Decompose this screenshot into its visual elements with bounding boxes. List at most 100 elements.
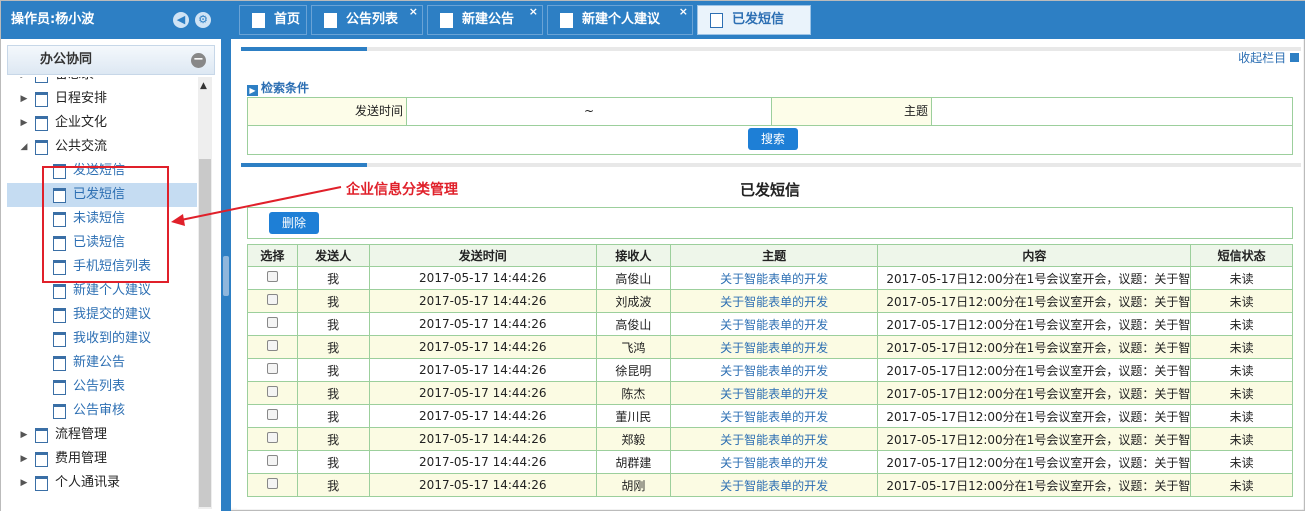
collapse-panel-link[interactable]: 收起栏目	[1238, 49, 1299, 66]
gear-icon[interactable]: ⚙	[195, 12, 211, 28]
column-header[interactable]: 发送人	[296, 244, 370, 267]
column-header[interactable]: 短信状态	[1190, 244, 1293, 267]
sidebar-scrollbar[interactable]: ▲	[198, 77, 212, 509]
table-row[interactable]: 我 2017-05-17 14:44:26 董川民 关于智能表单的开发 2017-05-…	[247, 404, 1293, 428]
sidebar-item[interactable]: 新建公告	[7, 351, 197, 375]
row-checkbox[interactable]	[266, 455, 278, 466]
column-header[interactable]: 主题	[669, 244, 879, 267]
tree-expand-icon[interactable]: ▶	[19, 447, 29, 471]
table-row[interactable]: 我 2017-05-17 14:44:26 郑毅 关于智能表单的开发 2017-05-1…	[247, 427, 1293, 451]
row-checkbox[interactable]	[266, 294, 278, 305]
tab-0[interactable]: 首页	[239, 5, 307, 35]
tree-expanded-icon[interactable]: ◢	[19, 135, 29, 159]
delete-button[interactable]: 删除	[269, 212, 319, 234]
sender-cell: 我	[296, 312, 370, 336]
sidebar-item[interactable]: ◢ 公共交流	[7, 135, 197, 159]
table-row[interactable]: 我 2017-05-17 14:44:26 徐昆明 关于智能表单的开发 2017-05-…	[247, 358, 1293, 382]
subject-link[interactable]: 关于智能表单的开发	[669, 427, 879, 451]
subject-link[interactable]: 关于智能表单的开发	[669, 289, 879, 313]
tab-4[interactable]: 已发短信	[697, 5, 811, 35]
select-cell[interactable]	[247, 427, 298, 451]
tree-expand-icon[interactable]: ▶	[19, 423, 29, 447]
table-row[interactable]: 我 2017-05-17 14:44:26 陈杰 关于智能表单的开发 2017-05-1…	[247, 381, 1293, 405]
close-icon[interactable]: ×	[529, 0, 538, 26]
sidebar-item[interactable]: 公告列表	[7, 375, 197, 399]
tree-expand-icon[interactable]: ▶	[19, 87, 29, 111]
tree-expand-icon[interactable]: ▶	[19, 471, 29, 495]
sidebar-item[interactable]: ▶ 备忘录	[7, 77, 197, 87]
subject-input[interactable]	[932, 98, 1292, 126]
select-cell[interactable]	[247, 381, 298, 405]
sidebar-item[interactable]: ▶ 企业文化	[7, 111, 197, 135]
row-checkbox[interactable]	[266, 363, 278, 374]
row-checkbox[interactable]	[266, 409, 278, 420]
subject-link[interactable]: 关于智能表单的开发	[669, 358, 879, 382]
search-button[interactable]: 搜索	[748, 128, 798, 150]
table-row[interactable]: 我 2017-05-17 14:44:26 胡群建 关于智能表单的开发 2017-05-…	[247, 450, 1293, 474]
section-header-office[interactable]: 办公协同 −	[7, 45, 215, 75]
select-cell[interactable]	[247, 473, 298, 497]
sender-cell: 我	[296, 266, 370, 290]
select-cell[interactable]	[247, 404, 298, 428]
select-cell[interactable]	[247, 312, 298, 336]
close-icon[interactable]: ×	[409, 0, 418, 26]
subject-link[interactable]: 关于智能表单的开发	[669, 312, 879, 336]
row-checkbox[interactable]	[266, 478, 278, 489]
operator-label: 操作员:杨小波	[11, 12, 95, 27]
table-row[interactable]: 我 2017-05-17 14:44:26 高俊山 关于智能表单的开发 2017-05-…	[247, 312, 1293, 336]
select-cell[interactable]	[247, 358, 298, 382]
row-checkbox[interactable]	[266, 386, 278, 397]
row-checkbox[interactable]	[266, 340, 278, 351]
search-section-title[interactable]: ▶ 检索条件	[247, 79, 309, 96]
select-cell[interactable]	[247, 450, 298, 474]
collapse-left-icon[interactable]: ◀	[173, 12, 189, 28]
sidebar-item-label: 备忘录	[55, 77, 94, 87]
sidebar-item[interactable]: ▶ 个人通讯录	[7, 471, 197, 495]
scroll-up-icon[interactable]: ▲	[200, 81, 207, 91]
select-cell[interactable]	[247, 289, 298, 313]
column-header[interactable]: 选择	[247, 244, 298, 267]
sidebar-item[interactable]: ▶ 流程管理	[7, 423, 197, 447]
table-row[interactable]: 我 2017-05-17 14:44:26 胡刚 关于智能表单的开发 2017-05-1…	[247, 473, 1293, 497]
sidebar-item[interactable]: ▶ 费用管理	[7, 447, 197, 471]
subject-link[interactable]: 关于智能表单的开发	[669, 450, 879, 474]
select-cell[interactable]	[247, 266, 298, 290]
subject-link[interactable]: 关于智能表单的开发	[669, 404, 879, 428]
row-checkbox[interactable]	[266, 271, 278, 282]
table-row[interactable]: 我 2017-05-17 14:44:26 飞鸿 关于智能表单的开发 2017-05-1…	[247, 335, 1293, 359]
collapse-section-icon[interactable]: −	[191, 53, 206, 68]
sidebar-item[interactable]: 我提交的建议	[7, 303, 197, 327]
column-header[interactable]: 内容	[877, 244, 1192, 267]
nav-tree: ▶备忘录▶日程安排▶企业文化◢公共交流发送短信已发短信未读短信已读短信手机短信列…	[7, 77, 197, 509]
document-icon	[35, 476, 48, 491]
document-icon	[53, 380, 66, 395]
column-header[interactable]: 发送时间	[368, 244, 598, 267]
subject-link[interactable]: 关于智能表单的开发	[669, 381, 879, 405]
sidebar-item[interactable]: 公告审核	[7, 399, 197, 423]
tab-2[interactable]: 新建公告 ×	[427, 5, 543, 35]
tree-expand-icon[interactable]: ▶	[19, 77, 29, 87]
subject-link[interactable]: 关于智能表单的开发	[669, 473, 879, 497]
table-row[interactable]: 我 2017-05-17 14:44:26 刘成波 关于智能表单的开发 2017-05-…	[247, 289, 1293, 313]
column-header[interactable]: 接收人	[596, 244, 671, 267]
sender-cell: 我	[296, 381, 370, 405]
sender-cell: 我	[296, 404, 370, 428]
close-icon[interactable]: ×	[679, 0, 688, 26]
sender-cell: 我	[296, 358, 370, 382]
scroll-thumb[interactable]	[199, 159, 211, 507]
subject-link[interactable]: 关于智能表单的开发	[669, 266, 879, 290]
subject-link[interactable]: 关于智能表单的开发	[669, 335, 879, 359]
row-checkbox[interactable]	[266, 432, 278, 443]
row-checkbox[interactable]	[266, 317, 278, 328]
tab-1[interactable]: 公告列表 ×	[311, 5, 423, 35]
sidebar-item[interactable]: 我收到的建议	[7, 327, 197, 351]
tree-expand-icon[interactable]: ▶	[19, 111, 29, 135]
select-cell[interactable]	[247, 335, 298, 359]
send-time-range-input[interactable]: ~	[407, 98, 772, 126]
table-row[interactable]: 我 2017-05-17 14:44:26 高俊山 关于智能表单的开发 2017-05-…	[247, 266, 1293, 290]
sidebar-item-label: 流程管理	[55, 427, 108, 442]
sidebar-item[interactable]: ▶ 日程安排	[7, 87, 197, 111]
panel-splitter[interactable]	[221, 1, 231, 511]
tab-3[interactable]: 新建个人建议 ×	[547, 5, 693, 35]
splitter-handle[interactable]	[223, 256, 229, 296]
